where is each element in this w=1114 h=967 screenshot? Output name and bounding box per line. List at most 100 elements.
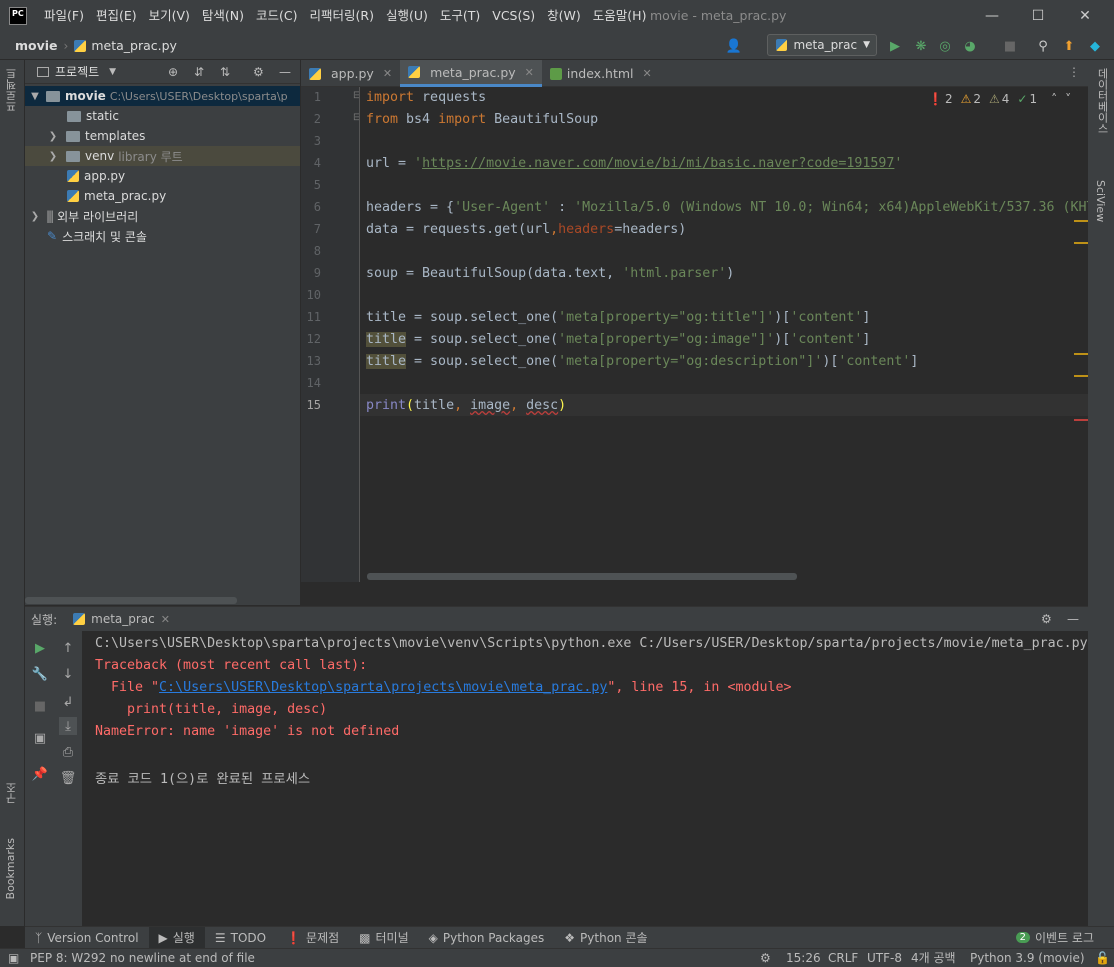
- gear-icon[interactable]: ⚙: [1041, 612, 1052, 626]
- stop-icon[interactable]: ■: [1001, 37, 1019, 55]
- bookmarks-tool-tab[interactable]: Bookmarks: [4, 838, 17, 899]
- menu-window[interactable]: 창(W): [541, 0, 587, 32]
- tool-todo[interactable]: ☰ TODO: [205, 927, 276, 949]
- stop-icon[interactable]: ■: [31, 697, 49, 715]
- sciview-tool-tab[interactable]: SciView: [1094, 180, 1107, 222]
- tool-terminal[interactable]: ▩ 터미널: [349, 927, 418, 949]
- tree-item-movie[interactable]: ▼ movie C:\Users\USER\Desktop\sparta\p: [25, 86, 300, 106]
- hide-icon[interactable]: —: [1067, 612, 1079, 626]
- locate-file-icon[interactable]: ⊕: [168, 65, 178, 79]
- error-marker[interactable]: [1074, 419, 1088, 421]
- database-tool-tab[interactable]: 데이터베이스: [1094, 68, 1110, 134]
- tab-meta-prac-py[interactable]: meta_prac.py ✕: [400, 60, 542, 87]
- tool-version-control[interactable]: ᛉ Version Control: [25, 927, 149, 949]
- menu-tools[interactable]: 도구(T): [434, 0, 486, 32]
- tool-run[interactable]: ▶ 실행: [148, 926, 205, 949]
- close-icon[interactable]: ✕: [1062, 0, 1108, 32]
- chevron-right-icon[interactable]: ❯: [29, 211, 41, 222]
- update-icon[interactable]: ⬆: [1060, 37, 1078, 55]
- arrow-down-icon[interactable]: ↓: [59, 665, 77, 683]
- menu-navigate[interactable]: 탐색(N): [196, 0, 250, 32]
- chevron-right-icon[interactable]: ❯: [47, 151, 59, 162]
- search-icon[interactable]: ⚲: [1034, 37, 1052, 55]
- tool-event-log[interactable]: 2 이벤트 로그: [1006, 927, 1104, 949]
- tool-python-console[interactable]: ❖ Python 콘솔: [554, 927, 657, 949]
- structure-tool-tab[interactable]: 구조: [4, 782, 20, 804]
- warning-marker[interactable]: [1074, 375, 1088, 377]
- hide-icon[interactable]: —: [279, 65, 291, 79]
- close-tab-icon[interactable]: ✕: [525, 66, 534, 79]
- debug-icon[interactable]: ❋: [912, 37, 930, 55]
- breadcrumb-project[interactable]: movie: [15, 38, 58, 53]
- close-tab-icon[interactable]: ✕: [383, 67, 392, 80]
- indent-setting[interactable]: 4개 공백: [911, 950, 956, 967]
- file-encoding[interactable]: UTF-8: [867, 950, 902, 967]
- menu-edit[interactable]: 편집(E): [90, 0, 143, 32]
- project-panel-title[interactable]: 프로젝트: [55, 63, 99, 80]
- python-interpreter[interactable]: Python 3.9 (movie): [970, 950, 1085, 967]
- tree-item-templates[interactable]: ❯ templates: [25, 126, 300, 146]
- chevron-down-icon[interactable]: ▼: [109, 67, 116, 77]
- arrow-up-icon[interactable]: ↑: [59, 639, 77, 657]
- tool-problems[interactable]: ❗ 문제점: [276, 927, 349, 949]
- horizontal-scrollbar[interactable]: [25, 597, 237, 604]
- close-tab-icon[interactable]: ✕: [643, 67, 652, 80]
- status-message[interactable]: PEP 8: W292 no newline at end of file: [30, 950, 255, 967]
- menu-run[interactable]: 실행(U): [380, 0, 434, 32]
- breadcrumb-file[interactable]: meta_prac.py: [91, 38, 177, 53]
- layout-icon[interactable]: ▣: [31, 729, 49, 747]
- code-editor[interactable]: import requests from bs4 import Beautifu…: [359, 87, 1088, 582]
- coverage-icon[interactable]: ◎: [936, 37, 954, 55]
- warning-marker[interactable]: [1074, 353, 1088, 355]
- chevron-up-icon[interactable]: ˄: [1051, 92, 1057, 106]
- project-tool-tab[interactable]: 프로젝트: [4, 68, 20, 112]
- expand-all-icon[interactable]: ⇵: [194, 65, 204, 79]
- minimize-icon[interactable]: —: [969, 0, 1015, 32]
- file-link[interactable]: C:\Users\USER\Desktop\sparta\projects\mo…: [159, 680, 607, 695]
- editor-horizontal-scrollbar[interactable]: [367, 573, 797, 580]
- warning-marker[interactable]: [1074, 220, 1088, 222]
- line-separator[interactable]: CRLF: [828, 950, 858, 967]
- warning-marker[interactable]: [1074, 242, 1088, 244]
- more-tabs-icon[interactable]: ⋮: [1068, 65, 1080, 79]
- run-config-selector[interactable]: meta_prac ▼: [767, 34, 877, 56]
- chevron-right-icon[interactable]: ❯: [47, 131, 59, 142]
- tree-item-external-libraries[interactable]: ❯ ||| 외부 라이브러리: [25, 206, 300, 226]
- print-icon[interactable]: ⎙: [59, 743, 77, 761]
- memory-icon[interactable]: ⚙: [760, 950, 771, 967]
- tab-index-html[interactable]: index.html ✕: [542, 60, 660, 87]
- inspection-widget[interactable]: ❗ 2 ⚠ 2 ⚠ 4 ✓ 1 ˄ ˅: [928, 92, 1071, 106]
- menu-code[interactable]: 코드(C): [250, 0, 303, 32]
- tree-item-scratches[interactable]: ✎ 스크래치 및 콘솔: [25, 226, 300, 246]
- collapse-all-icon[interactable]: ⇅: [220, 65, 230, 79]
- tree-item-app-py[interactable]: app.py: [25, 166, 300, 186]
- user-icon[interactable]: 👤: [725, 37, 743, 55]
- gear-icon[interactable]: ⚙: [253, 65, 264, 79]
- caret-position[interactable]: 15:26: [786, 950, 821, 967]
- rerun-icon[interactable]: ▶: [31, 639, 49, 657]
- wrench-icon[interactable]: 🔧: [31, 665, 49, 683]
- run-tab-meta-prac[interactable]: meta_prac: [91, 612, 155, 626]
- scroll-to-end-icon[interactable]: ⤓: [59, 717, 77, 735]
- soft-wrap-icon[interactable]: ↲: [59, 693, 77, 711]
- tree-item-meta-prac-py[interactable]: meta_prac.py: [25, 186, 300, 206]
- menu-refactor[interactable]: 리팩터링(R): [304, 0, 380, 32]
- trash-icon[interactable]: 🗑: [59, 769, 77, 787]
- tab-app-py[interactable]: app.py ✕: [301, 60, 400, 87]
- code-with-me-icon[interactable]: ◆: [1086, 37, 1104, 55]
- chevron-down-icon[interactable]: ▼: [29, 91, 41, 102]
- lock-icon[interactable]: 🔓: [1095, 950, 1110, 967]
- profile-icon[interactable]: ◕: [961, 37, 979, 55]
- console-output[interactable]: C:\Users\USER\Desktop\sparta\projects\mo…: [82, 631, 1088, 926]
- menu-file[interactable]: 파일(F): [38, 0, 90, 32]
- close-tab-icon[interactable]: ✕: [161, 613, 170, 626]
- menu-view[interactable]: 보기(V): [143, 0, 196, 32]
- run-icon[interactable]: ▶: [886, 37, 904, 55]
- tool-python-packages[interactable]: ◈ Python Packages: [419, 927, 555, 949]
- pin-icon[interactable]: 📌: [31, 765, 49, 783]
- menu-vcs[interactable]: VCS(S): [486, 0, 541, 32]
- tree-item-static[interactable]: static: [25, 106, 300, 126]
- chevron-down-icon[interactable]: ˅: [1065, 92, 1071, 106]
- menu-help[interactable]: 도움말(H): [587, 0, 653, 32]
- status-square-icon[interactable]: ▣: [8, 950, 19, 967]
